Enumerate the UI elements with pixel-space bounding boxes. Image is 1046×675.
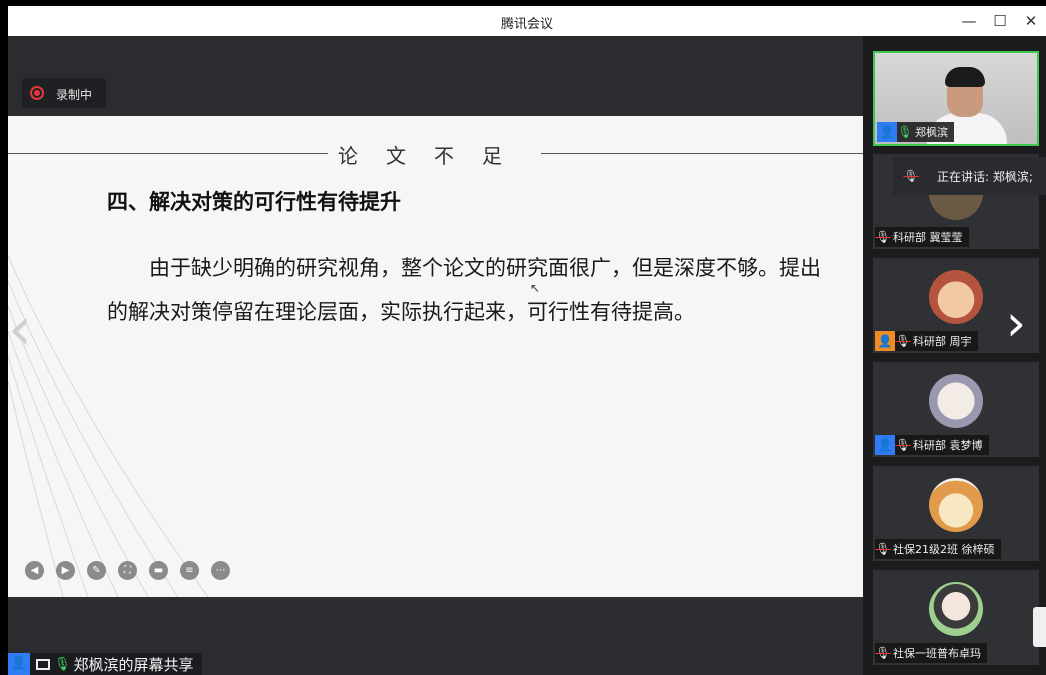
participant-name: 科研部 冀莹莹 [893,231,963,244]
host-user-icon: 👤 [8,653,30,675]
header-rule-right [541,153,863,154]
title-bar: 腾讯会议 — ☐ ✕ [8,6,1046,36]
participant-tile[interactable]: 🎙 社保一班普布卓玛 [873,570,1039,665]
microphone-icon: 🎙 [54,656,71,672]
participant-label: 🎙 社保21级2班 徐梓硕 [875,539,1001,559]
avatar [929,478,983,532]
next-page-arrow-icon[interactable]: › [1006,298,1026,348]
slide-heading: 四、解决对策的可行性有待提升 [107,189,401,214]
mic-muted-icon: 🎙 [895,438,911,452]
screenshot-icon[interactable]: ⛶ [118,561,137,580]
screen-share-text: 郑枫滨的屏幕共享 [73,655,194,674]
minimize-icon[interactable]: — [958,10,980,32]
mic-muted-icon: 🎙 [875,542,891,556]
mouse-cursor-icon: ↖ [530,281,541,295]
presentation-toolbar: ◀ ▶ ✎ ⛶ ▬ ≡ ⋯ [25,561,230,583]
slide-header: 论文不足 [338,144,530,168]
participant-name: 科研部 周宇 [913,335,972,348]
participant-label: 👤 🎙 科研部 袁梦博 [875,435,989,455]
avatar [929,374,983,428]
more-icon[interactable]: ⋯ [211,561,230,580]
maximize-icon[interactable]: ☐ [989,10,1011,32]
record-icon [30,86,44,100]
pen-icon[interactable]: ✎ [87,561,106,580]
mic-muted-icon: 🎙 [875,646,891,660]
participant-label: 🎙 科研部 冀莹莹 [875,227,969,247]
participant-label: 👤 🎙 科研部 周宇 [875,331,978,351]
participant-label: 🎙 社保一班普布卓玛 [875,643,987,663]
side-panel-handle[interactable] [1033,607,1046,647]
avatar [929,270,983,324]
participant-tile[interactable]: 👤 🎙 科研部 袁梦博 [873,362,1039,457]
participant-tile[interactable]: 👤 🎙 郑枫滨 [873,51,1039,146]
comment-icon[interactable]: ≡ [180,561,199,580]
prev-slide-icon[interactable]: ◀ [25,561,44,580]
window-title: 腾讯会议 [500,17,553,32]
screen-share-label: 👤 🎙 郑枫滨的屏幕共享 [8,653,202,675]
recording-label: 录制中 [56,88,93,102]
participant-name: 社保一班普布卓玛 [893,647,981,660]
participant-sidebar: 👤 🎙 郑枫滨 🎙 科研部 冀莹莹 👤 🎙 科研部 周宇 👤 🎙 科研部 袁梦博 [863,36,1046,675]
participant-name: 科研部 袁梦博 [913,439,983,452]
avatar [929,582,983,636]
participant-tile[interactable]: 🎙 社保21级2班 徐梓硕 [873,466,1039,561]
presentation-slide: 论文不足 四、解决对策的可行性有待提升 由于缺少明确的研究视角，整个论文的研究面… [8,116,863,597]
recording-badge[interactable]: 录制中 [22,78,106,108]
shared-screen-area: 录制中 论文不足 四、解决对策的可行性有待提升 由于缺少明确的研究视角，整个论文… [8,36,863,675]
header-rule-left [8,153,328,154]
slide-body-text: 由于缺少明确的研究视角，整个论文的研究面很广，但是深度不够。提出的解决对策停留在… [107,256,821,324]
mic-on-icon: 🎙 [897,125,913,139]
close-icon[interactable]: ✕ [1020,10,1042,32]
camera-icon[interactable]: ▬ [149,561,168,580]
mic-muted-icon: 🎙 [895,334,911,348]
next-slide-icon[interactable]: ▶ [56,561,75,580]
participant-label: 👤 🎙 郑枫滨 [877,122,954,142]
host-user-icon: 👤 [875,435,895,455]
slide-prev-arrow-icon[interactable]: ‹ [8,299,32,359]
screen-share-icon [36,658,50,670]
speaker-mic-icon: 🎙 [903,169,919,183]
person-hair [945,67,985,87]
host-user-icon: 👤 [875,331,895,351]
speaking-indicator: 🎙 正在讲话: 郑枫滨; [893,157,1046,195]
participant-name: 社保21级2班 徐梓硕 [893,543,995,556]
host-user-icon: 👤 [877,122,897,142]
speaking-text: 正在讲话: 郑枫滨; [937,169,1033,184]
participant-name: 郑枫滨 [915,126,948,139]
mic-muted-icon: 🎙 [875,230,891,244]
